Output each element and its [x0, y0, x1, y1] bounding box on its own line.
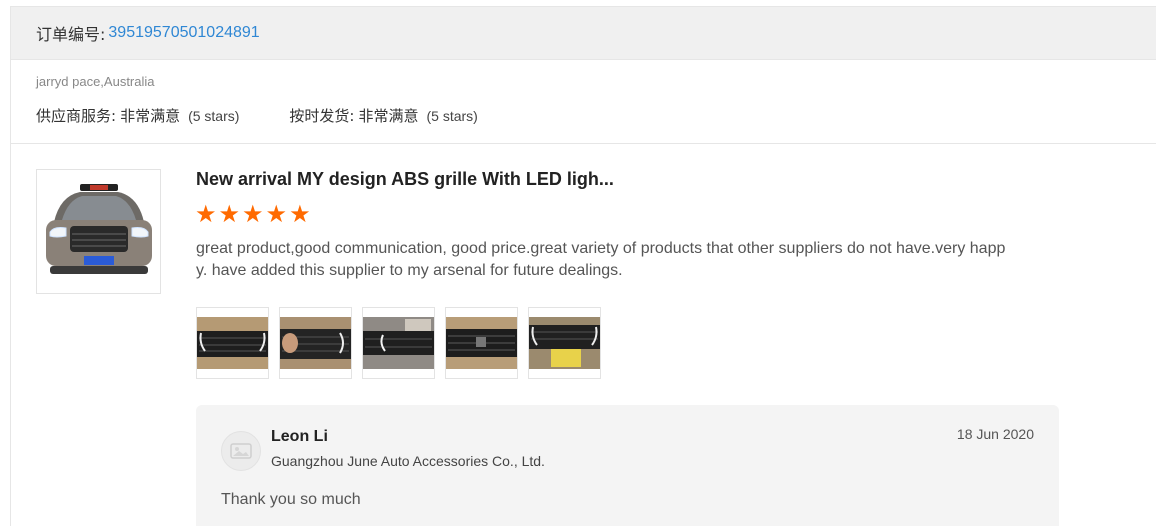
star-icon: ★	[242, 201, 264, 228]
review-photos	[196, 307, 601, 379]
reply-author-name: Leon Li	[271, 428, 328, 445]
review-photo[interactable]	[279, 307, 352, 379]
grille-photo	[280, 317, 351, 369]
rating-label: 按时发货:	[289, 107, 355, 125]
review-text: great product,good communication, good p…	[196, 240, 1006, 279]
grille-photo	[529, 317, 600, 369]
star-icon: ★	[195, 201, 217, 228]
product-review: New arrival MY design ABS grille With LE…	[11, 144, 1156, 526]
review-card: 订单编号: 39519570501024891 jarryd pace,Aust…	[10, 6, 1156, 526]
review-photo[interactable]	[362, 307, 435, 379]
reply-date: 18 Jun 2020	[956, 426, 1034, 442]
avatar	[221, 431, 261, 471]
product-thumbnail[interactable]	[36, 169, 161, 294]
product-star-rating: ★ ★ ★ ★ ★	[195, 202, 311, 228]
car-front-grille-image	[45, 183, 152, 274]
buyer-name: jarryd pace,Australia	[36, 74, 155, 89]
review-photo[interactable]	[528, 307, 601, 379]
product-title[interactable]: New arrival MY design ABS grille With LE…	[196, 169, 614, 190]
star-icon: ★	[218, 201, 241, 228]
rating-stars-text: (5 stars)	[426, 108, 478, 124]
grille-photo	[363, 317, 434, 369]
buyer-section: jarryd pace,Australia 供应商服务: 非常满意 (5 sta…	[11, 60, 1156, 144]
rating-service: 供应商服务: 非常满意 (5 stars)	[36, 105, 239, 126]
order-label: 订单编号:	[36, 25, 106, 44]
rating-stars-text: (5 stars)	[188, 108, 240, 124]
avatar-placeholder-icon	[230, 443, 252, 459]
star-icon: ★	[265, 201, 288, 228]
review-photo[interactable]	[196, 307, 269, 379]
reply-text: Thank you so much	[221, 491, 361, 508]
reply-company: Guangzhou June Auto Accessories Co., Ltd…	[271, 453, 545, 469]
grille-photo	[446, 317, 517, 369]
grille-photo	[197, 317, 268, 369]
rating-label: 供应商服务:	[36, 107, 117, 125]
review-photo[interactable]	[445, 307, 518, 379]
rating-value: 非常满意	[358, 107, 419, 125]
supplier-ratings: 供应商服务: 非常满意 (5 stars) 按时发货: 非常满意 (5 star…	[36, 105, 478, 126]
star-icon: ★	[289, 201, 311, 228]
rating-shipping: 按时发货: 非常满意 (5 stars)	[289, 105, 477, 126]
supplier-reply: Leon Li Guangzhou June Auto Accessories …	[196, 405, 1059, 526]
rating-value: 非常满意	[120, 107, 181, 125]
order-number-link[interactable]: 39519570501024891	[108, 24, 259, 42]
order-header: 订单编号: 39519570501024891	[11, 7, 1156, 60]
